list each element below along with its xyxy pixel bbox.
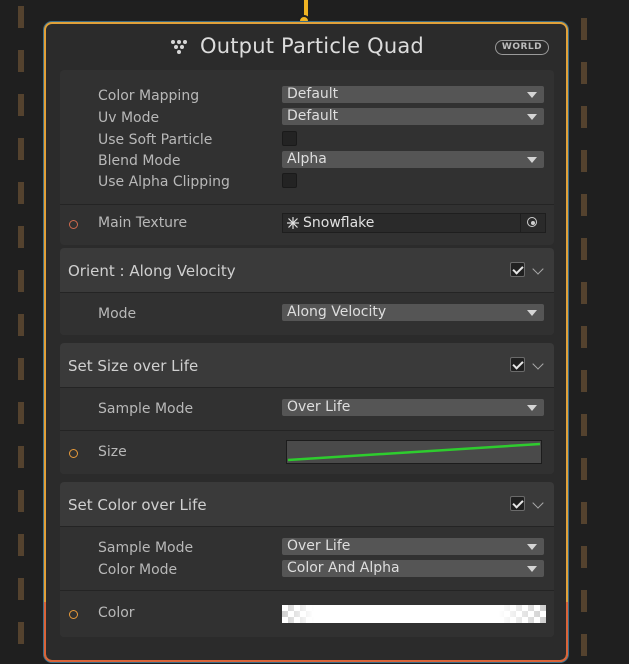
main-texture-label: Main Texture [98, 215, 188, 231]
uv-mode-dropdown[interactable]: Default [282, 108, 544, 125]
chevron-down-icon[interactable] [532, 497, 544, 509]
block-settings: Mode Along Velocity [60, 293, 554, 335]
sample-mode-value: Over Life [287, 538, 351, 554]
background-flow-dashes-left [18, 6, 24, 652]
block-set-color-over-life[interactable]: Set Color over Life Sample Mode Over Lif… [60, 482, 554, 637]
size-label: Size [98, 444, 127, 460]
dropdown-arrow-icon [527, 566, 537, 572]
main-texture-port[interactable] [69, 220, 78, 229]
node-header[interactable]: Output Particle Quad WORLD [46, 24, 566, 68]
size-curve-field[interactable] [286, 440, 542, 464]
output-particle-quad-node[interactable]: Output Particle Quad WORLD Color Mapping… [44, 22, 568, 662]
dropdown-arrow-icon [527, 310, 537, 316]
block-settings: Sample Mode Over Life Color Mode Color A… [60, 527, 554, 637]
mode-label: Mode [98, 306, 137, 322]
block-title: Orient : Along Velocity [68, 262, 236, 280]
mode-dropdown[interactable]: Along Velocity [282, 304, 544, 321]
blend-mode-value: Alpha [287, 151, 327, 167]
sample-mode-label: Sample Mode [98, 401, 194, 417]
block-enable-checkbox[interactable] [510, 496, 525, 511]
dropdown-arrow-icon [527, 157, 537, 163]
color-mode-label: Color Mode [98, 562, 178, 578]
uv-mode-value: Default [287, 108, 339, 124]
use-alpha-clipping-label: Use Alpha Clipping [98, 174, 230, 190]
sample-mode-dropdown[interactable]: Over Life [282, 538, 544, 555]
divider [60, 430, 554, 431]
sample-mode-value: Over Life [287, 399, 351, 415]
color-mode-value: Color And Alpha [287, 560, 400, 576]
dropdown-arrow-icon [527, 405, 537, 411]
block-enable-checkbox[interactable] [510, 262, 525, 277]
node-title: Output Particle Quad [200, 34, 424, 58]
chevron-down-icon[interactable] [532, 358, 544, 370]
divider [60, 590, 554, 591]
background-flow-dashes-right [581, 18, 587, 664]
size-port[interactable] [69, 449, 78, 458]
dropdown-arrow-icon [527, 544, 537, 550]
mode-value: Along Velocity [287, 304, 387, 320]
size-curve [287, 441, 541, 463]
block-set-size-over-life[interactable]: Set Size over Life Sample Mode Over Life… [60, 343, 554, 474]
main-texture-value: Snowflake [303, 215, 375, 231]
divider [60, 204, 554, 205]
block-settings: Sample Mode Over Life Size [60, 388, 554, 474]
block-enable-checkbox[interactable] [510, 357, 525, 372]
color-label: Color [98, 605, 135, 621]
blend-mode-label: Blend Mode [98, 153, 181, 169]
block-title: Set Color over Life [68, 496, 207, 514]
object-picker-icon[interactable] [520, 214, 545, 232]
main-texture-field[interactable]: Snowflake [282, 213, 546, 233]
use-soft-particle-label: Use Soft Particle [98, 132, 213, 148]
color-mode-dropdown[interactable]: Color And Alpha [282, 560, 544, 577]
output-settings-panel: Color Mapping Default Uv Mode Default Us… [60, 70, 554, 245]
sample-mode-label: Sample Mode [98, 540, 194, 556]
use-soft-particle-checkbox[interactable] [282, 131, 297, 146]
color-gradient-field[interactable] [282, 605, 546, 623]
color-mapping-dropdown[interactable]: Default [282, 86, 544, 103]
color-mapping-value: Default [287, 86, 339, 102]
snowflake-icon [287, 217, 299, 229]
dropdown-arrow-icon [527, 114, 537, 120]
blend-mode-dropdown[interactable]: Alpha [282, 151, 544, 168]
color-mapping-label: Color Mapping [98, 88, 200, 104]
chevron-down-icon[interactable] [532, 263, 544, 275]
sample-mode-dropdown[interactable]: Over Life [282, 399, 544, 416]
color-port[interactable] [69, 610, 78, 619]
block-title: Set Size over Life [68, 357, 199, 375]
dropdown-arrow-icon [527, 92, 537, 98]
block-orient[interactable]: Orient : Along Velocity Mode Along Veloc… [60, 248, 554, 335]
particles-icon [171, 40, 187, 54]
space-badge[interactable]: WORLD [495, 40, 549, 55]
use-alpha-clipping-checkbox[interactable] [282, 173, 297, 188]
uv-mode-label: Uv Mode [98, 110, 160, 126]
